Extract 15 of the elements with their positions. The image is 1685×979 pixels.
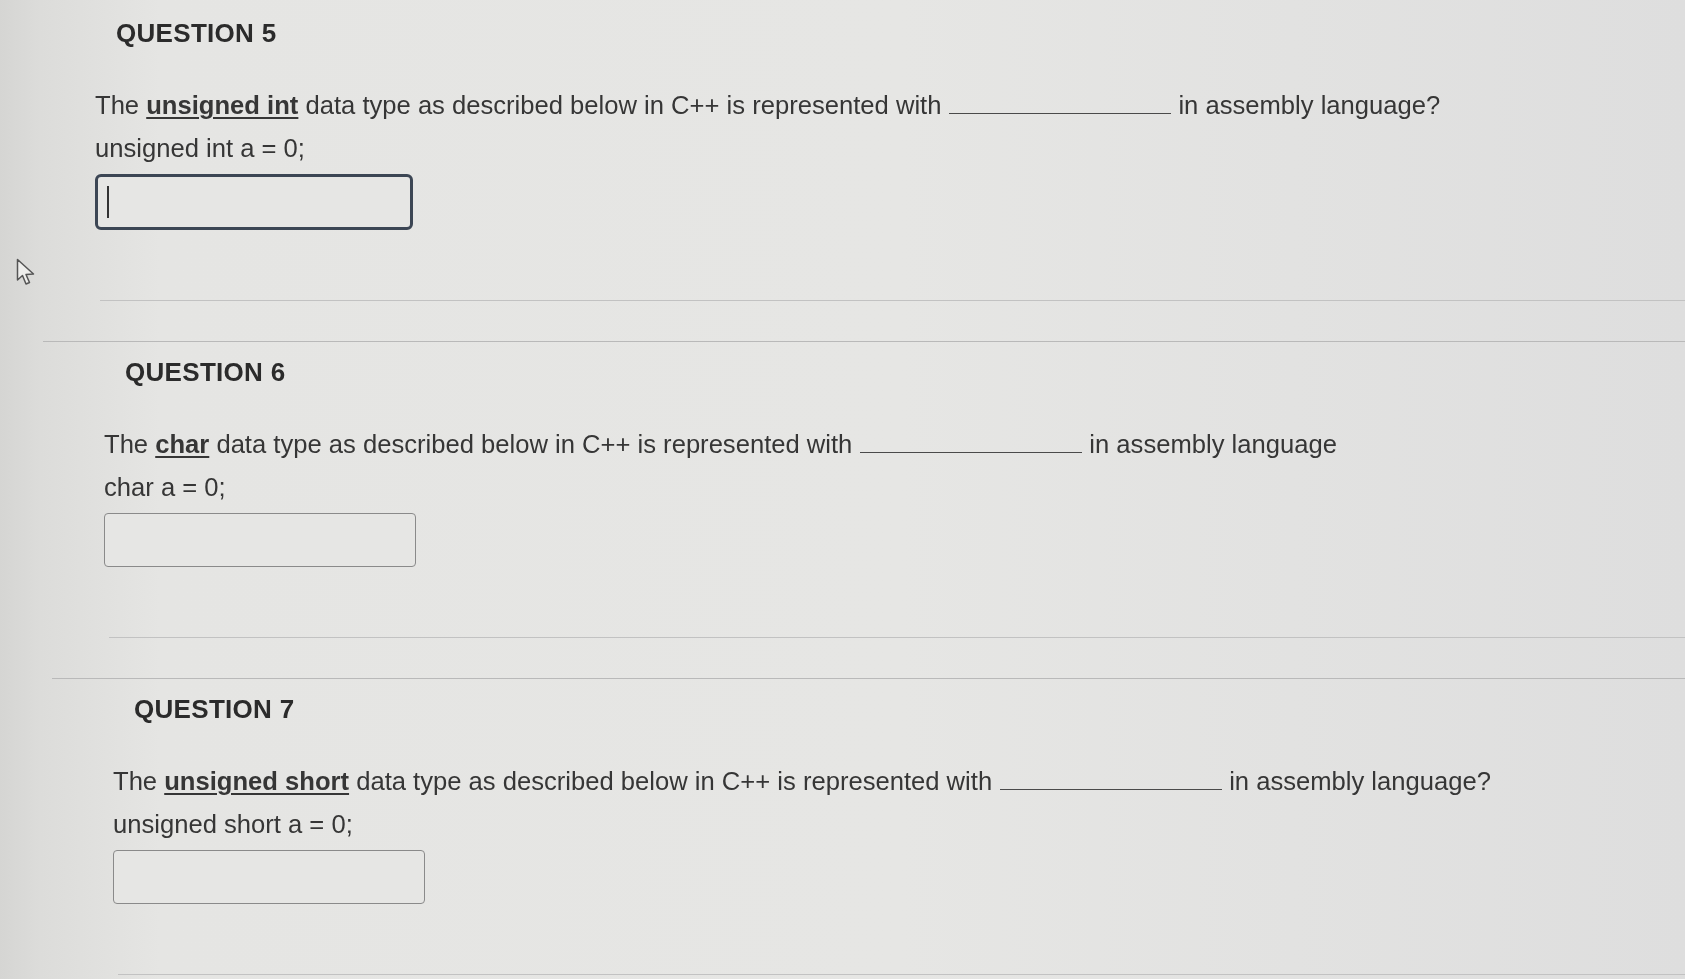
code-line: char a = 0; [104,472,226,503]
question-text: in assembly language? [1178,90,1441,121]
question-text: in assembly language [1089,429,1337,460]
question-text: The char data type as described below in C++ is represented with [104,429,853,460]
question-title: QUESTION 7 [134,693,295,726]
question-text: in assembly language? [1229,766,1491,797]
pointer-icon [16,258,36,286]
code-line: unsigned short a = 0; [113,809,353,840]
answer-box[interactable] [95,174,413,230]
question-text: The unsigned int data type as described below in C++ is represented with [95,90,942,121]
question-title: QUESTION 6 [125,356,286,389]
question-text: The unsigned short data type as described below in C++ is represented with [113,766,993,797]
code-line: unsigned int a = 0; [95,133,305,164]
text-cursor-icon [107,186,109,218]
question-title: QUESTION 5 [116,17,277,50]
